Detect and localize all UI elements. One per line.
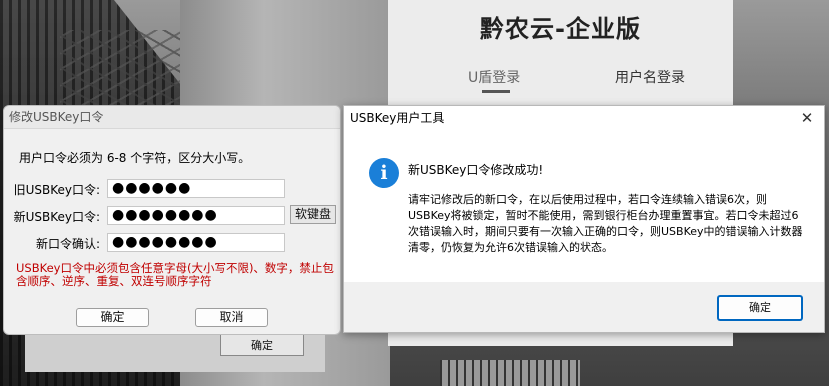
ok-button[interactable]: 确定: [76, 308, 149, 327]
tab-usb-login[interactable]: U盾登录: [468, 67, 520, 87]
cancel-button[interactable]: 取消: [195, 308, 268, 327]
old-password-field[interactable]: ●●●●●●: [107, 179, 285, 198]
info-icon: i: [369, 158, 399, 188]
password-hint: 用户口令必须为 6-8 个字符，区分大小写。: [19, 151, 251, 165]
tab-username-login[interactable]: 用户名登录: [615, 67, 685, 87]
change-password-dialog: 修改USBKey口令 用户口令必须为 6-8 个字符，区分大小写。 旧USBKe…: [3, 105, 341, 335]
new-password-label: 新USBKey口令:: [13, 210, 100, 224]
active-tab-indicator: [482, 90, 510, 93]
login-title: 黔农云-企业版: [480, 15, 641, 43]
change-dialog-title: 修改USBKey口令: [4, 106, 340, 129]
background-ok-button[interactable]: 确定: [220, 334, 304, 356]
old-password-label: 旧USBKey口令:: [13, 183, 100, 197]
close-icon[interactable]: ✕: [798, 109, 816, 127]
usbkey-tool-dialog: USBKey用户工具 ✕ i 新USBKey口令修改成功! 请牢记修改后的新口令…: [343, 105, 825, 333]
building-bottom: [440, 360, 580, 386]
password-rule-warning: USBKey口令中必须包含任意字母(大小写不限)、数字，禁止包含顺序、逆序、重复…: [16, 261, 334, 288]
tool-dialog-title: USBKey用户工具: [350, 111, 445, 125]
confirm-password-field[interactable]: ●●●●●●●●: [107, 233, 285, 252]
message-body: 请牢记修改后的新口令，在以后使用过程中，若口令连续输入错误6次，则USBKey将…: [408, 193, 803, 254]
tool-ok-button[interactable]: 确定: [718, 296, 802, 320]
confirm-password-label: 新口令确认:: [35, 237, 100, 251]
message-title: 新USBKey口令修改成功!: [408, 163, 544, 177]
new-password-field[interactable]: ●●●●●●●●: [107, 206, 285, 225]
dialog-footer: 确定: [344, 282, 824, 332]
soft-keyboard-button[interactable]: 软键盘: [290, 205, 336, 224]
